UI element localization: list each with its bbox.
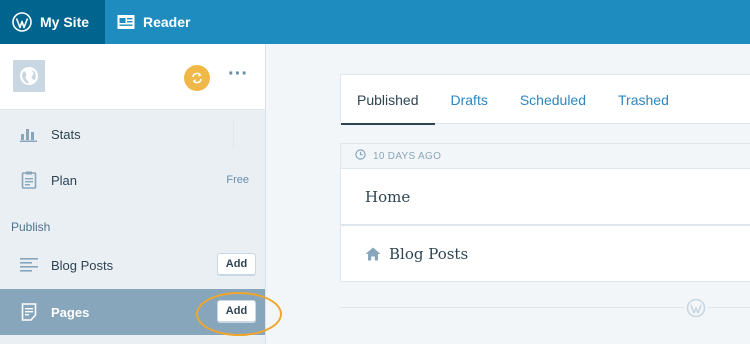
pages-icon: [20, 303, 38, 321]
sidebar-item-label: Pages: [51, 304, 90, 320]
reader-label: Reader: [143, 14, 191, 30]
masterbar: My Site Reader: [0, 0, 750, 44]
page-item-home[interactable]: Home: [340, 168, 750, 225]
sidebar-item-label: Plan: [51, 172, 78, 188]
sync-icon[interactable]: [184, 65, 210, 91]
globe-icon: [20, 67, 38, 85]
site-icon[interactable]: [13, 60, 45, 92]
wordpress-logo-icon: [12, 12, 32, 32]
add-blog-post-button[interactable]: Add: [217, 253, 256, 276]
my-site-label: My Site: [40, 14, 90, 30]
page-title[interactable]: Blog Posts: [389, 245, 468, 263]
sidebar-item-plan[interactable]: Plan Free: [0, 157, 265, 203]
date-header-label: 10 DAYS AGO: [373, 150, 442, 162]
page-item-blog-posts[interactable]: Blog Posts: [340, 225, 750, 282]
main-content: Published Drafts Scheduled Trashed 10 DA…: [266, 44, 750, 344]
tab-scheduled[interactable]: Scheduled: [504, 75, 602, 124]
tab-drafts[interactable]: Drafts: [435, 75, 504, 124]
plan-icon: [20, 171, 38, 189]
sidebar-item-label: Stats: [51, 126, 81, 142]
site-header[interactable]: ···: [0, 44, 265, 110]
plan-badge: Free: [226, 174, 249, 186]
more-options-icon[interactable]: ···: [227, 64, 249, 87]
my-site-button[interactable]: My Site: [0, 0, 105, 44]
posts-icon: [20, 256, 38, 274]
sidebar-item-blog-posts[interactable]: Blog Posts Add: [0, 242, 265, 288]
wordpress-logo-icon: [684, 297, 708, 319]
reader-icon: [117, 14, 135, 30]
section-nav: Published Drafts Scheduled Trashed: [340, 74, 750, 125]
page-title[interactable]: Home: [365, 188, 410, 206]
sidebar-item-stats[interactable]: Stats: [0, 111, 265, 157]
divider: [233, 119, 234, 149]
tab-published[interactable]: Published: [341, 75, 435, 125]
clock-icon: [355, 147, 366, 165]
sidebar-item-label: Blog Posts: [51, 257, 114, 273]
section-title-publish: Publish: [11, 220, 51, 234]
tab-trashed[interactable]: Trashed: [602, 75, 685, 124]
home-icon: [365, 247, 381, 261]
stats-icon: [20, 125, 38, 143]
date-header: 10 DAYS AGO: [340, 143, 750, 169]
reader-button[interactable]: Reader: [105, 0, 204, 44]
